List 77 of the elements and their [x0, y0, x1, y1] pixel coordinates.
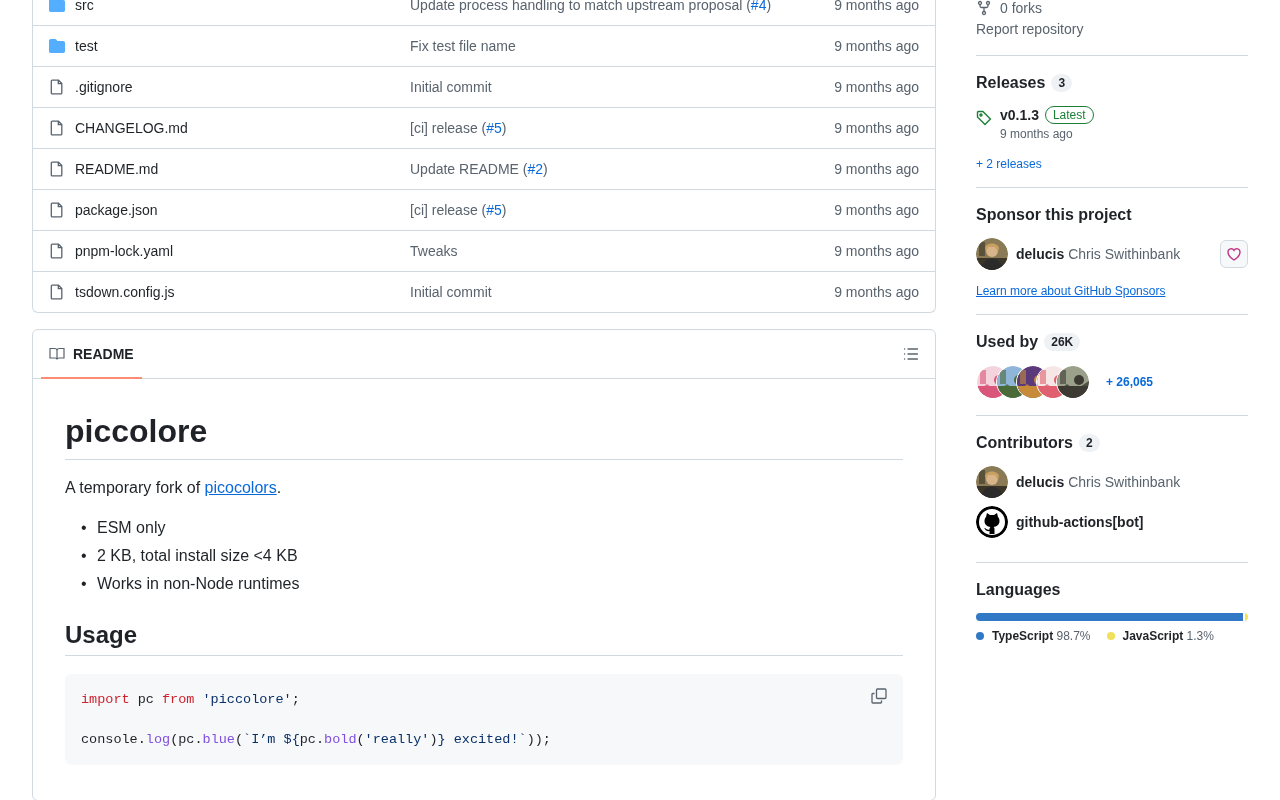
section-heading[interactable]: Contributors	[976, 434, 1073, 452]
count-badge: 3	[1051, 74, 1073, 92]
count-badge: 26K	[1044, 333, 1081, 351]
tag-icon	[976, 110, 992, 126]
file-icon	[49, 79, 65, 95]
list-marker: •	[81, 518, 87, 538]
section-heading[interactable]: Sponsor this project	[976, 206, 1132, 224]
sponsors-link[interactable]: Learn more about GitHub Sponsors	[976, 284, 1166, 298]
heart-icon	[1226, 246, 1242, 262]
release-version[interactable]: v0.1.3	[1000, 107, 1039, 123]
bot-avatar-icon	[976, 506, 1008, 538]
file-name[interactable]: tsdown.config.js	[75, 284, 410, 300]
pull-request-link[interactable]: #5	[486, 120, 502, 136]
releases-link[interactable]: + 2 releases	[976, 157, 1042, 171]
user-name[interactable]: delucis Chris Swithinbank	[1016, 246, 1181, 262]
file-name[interactable]: test	[75, 38, 410, 54]
commit-message[interactable]: Fix test file name	[410, 38, 835, 54]
commit-age: 9 months ago	[834, 120, 919, 136]
commit-age: 9 months ago	[834, 243, 919, 259]
dependents-link[interactable]: + 26,065	[1106, 375, 1154, 389]
commit-message[interactable]: Initial commit	[410, 284, 835, 300]
code-line: import pc from 'piccolore';	[81, 691, 300, 709]
commit-message[interactable]: Initial commit	[410, 79, 835, 95]
section-heading: Usage	[65, 621, 903, 656]
commit-age: 9 months ago	[834, 284, 919, 300]
sponsor-button[interactable]	[1220, 240, 1248, 268]
user-name[interactable]: delucis Chris Swithinbank	[1016, 474, 1181, 490]
file-name[interactable]: .gitignore	[75, 79, 410, 95]
file-icon	[49, 120, 65, 136]
commit-message[interactable]: [ci] release (#5)	[410, 120, 835, 136]
intro-text: A temporary fork of picocolors.	[65, 478, 283, 498]
language-label[interactable]: TypeScript 98.7%	[992, 629, 1091, 643]
fork-icon	[976, 0, 992, 16]
commit-message[interactable]: Update README (#2)	[410, 161, 835, 177]
file-name[interactable]: CHANGELOG.md	[75, 120, 410, 136]
list-item: 2 KB, total install size <4 KB	[97, 546, 298, 566]
commit-age: 9 months ago	[834, 161, 919, 177]
language-label[interactable]: JavaScript 1.3%	[1122, 629, 1214, 643]
file-icon	[49, 284, 65, 300]
readme-tab[interactable]: README	[41, 330, 142, 379]
file-name[interactable]: pnpm-lock.yaml	[75, 243, 410, 259]
file-icon	[49, 161, 65, 177]
section-heading[interactable]: Used by	[976, 333, 1039, 351]
list-marker: •	[81, 546, 87, 566]
section-heading[interactable]: Releases	[976, 74, 1046, 92]
user-name[interactable]: github-actions[bot]	[1016, 514, 1144, 530]
commit-message[interactable]: [ci] release (#5)	[410, 202, 835, 218]
folder-icon	[49, 0, 65, 13]
fork-count[interactable]: 0 forks	[1000, 0, 1042, 16]
list-item: Works in non-Node runtimes	[97, 574, 300, 594]
pull-request-link[interactable]: #2	[527, 161, 544, 177]
release-date: 9 months ago	[1000, 127, 1074, 141]
commit-message[interactable]: Update process handling to match upstream proposal (#4)	[410, 0, 835, 13]
section-heading[interactable]: Languages	[976, 581, 1061, 599]
commit-message[interactable]: Tweaks	[410, 243, 835, 259]
code-line: console.log(pc.blue(`I’m ${pc.bold('really')} excited!`));	[81, 731, 551, 749]
file-name[interactable]: README.md	[75, 161, 410, 177]
list-marker: •	[81, 574, 87, 594]
pull-request-link[interactable]: #4	[750, 0, 767, 13]
folder-icon	[49, 38, 65, 54]
link[interactable]: picocolors	[204, 479, 277, 496]
copy-icon[interactable]	[871, 688, 887, 704]
file-name[interactable]: src	[75, 0, 410, 13]
file-icon	[49, 202, 65, 218]
report-link[interactable]: Report repository	[976, 21, 1084, 37]
file-name[interactable]: package.json	[75, 202, 410, 218]
readme-title: piccolore	[65, 413, 903, 460]
file-icon	[49, 243, 65, 259]
pull-request-link[interactable]: #5	[486, 202, 502, 218]
count-badge: 2	[1078, 434, 1100, 452]
commit-age: 9 months ago	[834, 79, 919, 95]
commit-age: 9 months ago	[834, 202, 919, 218]
book-icon	[49, 345, 65, 362]
commit-age: 9 months ago	[834, 38, 919, 54]
outline-icon[interactable]	[903, 346, 919, 362]
commit-age: 9 months ago	[834, 0, 919, 13]
list-item: ESM only	[97, 518, 166, 538]
